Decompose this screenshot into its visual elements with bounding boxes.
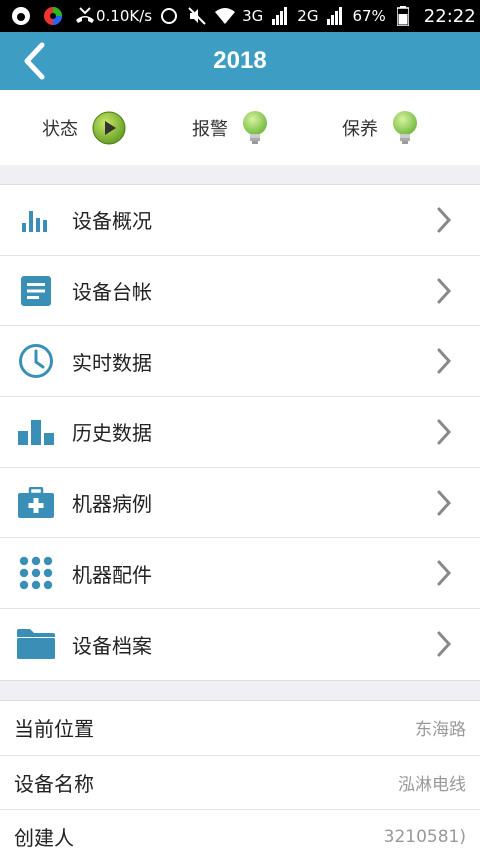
- mute-icon: [186, 5, 208, 27]
- signal-icon: [269, 5, 291, 27]
- title-bar: 2018: [0, 32, 480, 90]
- menu-item-machine-cases[interactable]: 机器病例: [0, 468, 480, 539]
- maintain-label: 保养: [342, 118, 378, 140]
- page-title: 2018: [213, 47, 267, 74]
- menu-item-device-ledger[interactable]: 设备台帐: [0, 256, 480, 327]
- menu-item-machine-parts[interactable]: 机器配件: [0, 538, 480, 610]
- system-status-bar: 0.10K/s 3G 2G 67% 22:22: [0, 0, 480, 32]
- chevron-left-icon: [24, 42, 45, 80]
- alarm-indicator: 报警: [192, 110, 268, 146]
- clock-time: 22:22: [423, 5, 476, 27]
- back-button[interactable]: [14, 41, 54, 81]
- clock-icon: [16, 341, 56, 381]
- alarm-bulb-icon: [243, 110, 267, 144]
- info-label: 创建人: [14, 826, 74, 851]
- status-indicator-row: 状态 报警 保养: [0, 90, 480, 165]
- medical-kit-icon: [16, 483, 56, 523]
- circle-status-icon: [158, 5, 180, 27]
- network-type-2: 2G: [297, 7, 319, 25]
- network-type-1: 3G: [242, 7, 264, 25]
- play-status-icon: [92, 111, 126, 144]
- menu-item-label: 设备档案: [72, 633, 152, 658]
- info-value: 3210581): [383, 826, 466, 847]
- state-label: 状态: [42, 118, 78, 140]
- menu-item-device-overview[interactable]: 设备概况: [0, 185, 480, 256]
- chevron-right-icon: [437, 419, 452, 445]
- info-row-creator: 创建人 3210581): [0, 810, 480, 853]
- battery-percent: 67%: [352, 7, 386, 25]
- app-notification-icon: [10, 5, 32, 27]
- document-icon: [16, 271, 56, 311]
- chevron-right-icon: [437, 348, 452, 374]
- menu-item-history-data[interactable]: 历史数据: [0, 397, 480, 468]
- chevron-right-icon: [437, 560, 452, 586]
- signal-icon-2: [324, 5, 346, 27]
- info-value: 泓淋电线: [398, 774, 466, 795]
- chevron-right-icon: [437, 631, 452, 657]
- info-row-device-name: 设备名称 泓淋电线: [0, 756, 480, 810]
- chevron-right-icon: [437, 490, 452, 516]
- menu-item-device-archive[interactable]: 设备档案: [0, 609, 480, 680]
- maintain-indicator: 保养: [342, 110, 418, 146]
- network-speed: 0.10K/s: [96, 7, 153, 25]
- bar-chart-icon: [16, 200, 56, 240]
- chevron-right-icon: [437, 207, 452, 233]
- chevron-right-icon: [437, 278, 452, 304]
- info-label: 当前位置: [14, 717, 94, 742]
- menu-item-realtime-data[interactable]: 实时数据: [0, 326, 480, 398]
- grid-dots-icon: [16, 553, 56, 593]
- menu-item-label: 实时数据: [72, 350, 152, 375]
- state-indicator: 状态: [42, 111, 126, 145]
- info-label: 设备名称: [14, 771, 94, 796]
- wifi-icon: [214, 5, 236, 27]
- menu-item-label: 设备概况: [72, 209, 152, 234]
- menu-item-label: 机器病例: [72, 492, 152, 517]
- device-info-list: 当前位置 东海路 设备名称 泓淋电线 创建人 3210581): [0, 700, 480, 853]
- maintain-bulb-icon: [393, 110, 417, 144]
- menu-item-label: 机器配件: [72, 562, 152, 587]
- menu-item-label: 设备台帐: [72, 280, 152, 305]
- menu-item-label: 历史数据: [72, 421, 152, 446]
- missed-call-icon: [74, 5, 96, 27]
- histogram-icon: [16, 412, 56, 452]
- battery-icon: [392, 5, 414, 27]
- alarm-label: 报警: [192, 118, 228, 140]
- folder-icon: [16, 624, 56, 664]
- function-menu: 设备概况 设备台帐 实时数据 历史数据 机器病例 机器配件 设备档案: [0, 184, 480, 681]
- info-row-location: 当前位置 东海路: [0, 701, 480, 756]
- info-value: 东海路: [415, 720, 466, 741]
- color-app-icon: [42, 5, 64, 27]
